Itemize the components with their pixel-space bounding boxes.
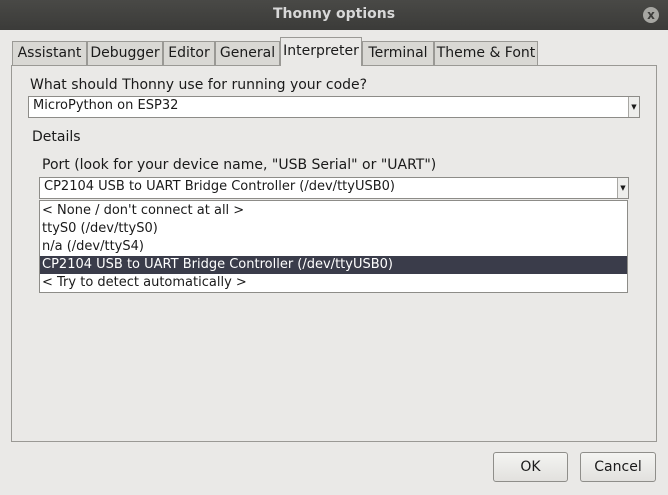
interpreter-question: What should Thonny use for running your … (30, 77, 368, 93)
interpreter-combobox[interactable]: MicroPython on ESP32 ▼ (28, 96, 640, 118)
window-title: Thonny options (272, 6, 396, 22)
cancel-button[interactable]: Cancel (580, 452, 656, 482)
chevron-down-icon[interactable]: ▼ (617, 178, 628, 198)
port-option-ttys0[interactable]: ttyS0 (/dev/ttyS0) (40, 220, 627, 238)
tab-general[interactable]: General (215, 41, 280, 65)
details-heading: Details (32, 129, 81, 145)
port-label: Port (look for your device name, "USB Se… (42, 157, 437, 173)
port-option-auto-detect[interactable]: < Try to detect automatically > (40, 274, 627, 292)
close-icon[interactable]: x (643, 7, 659, 23)
tab-debugger[interactable]: Debugger (87, 41, 163, 65)
ok-button[interactable]: OK (493, 452, 568, 482)
tab-terminal[interactable]: Terminal (362, 41, 434, 65)
port-option-ttyusb0[interactable]: CP2104 USB to UART Bridge Controller (/d… (40, 256, 627, 274)
options-dialog: Assistant Debugger Editor General Interp… (0, 30, 668, 495)
interpreter-combobox-value: MicroPython on ESP32 (33, 98, 179, 113)
tab-editor[interactable]: Editor (163, 41, 215, 65)
tab-interpreter[interactable]: Interpreter (280, 37, 362, 66)
title-bar: Thonny options x (0, 0, 668, 30)
chevron-down-icon[interactable]: ▼ (628, 97, 639, 117)
port-option-ttys4[interactable]: n/a (/dev/ttyS4) (40, 238, 627, 256)
tab-assistant[interactable]: Assistant (12, 41, 87, 65)
port-combobox[interactable]: CP2104 USB to UART Bridge Controller (/d… (39, 177, 629, 199)
tab-theme-font[interactable]: Theme & Font (434, 41, 538, 65)
port-dropdown-list[interactable]: < None / don't connect at all > ttyS0 (/… (39, 200, 628, 293)
port-option-none[interactable]: < None / don't connect at all > (40, 202, 627, 220)
port-combobox-value: CP2104 USB to UART Bridge Controller (/d… (44, 179, 395, 194)
